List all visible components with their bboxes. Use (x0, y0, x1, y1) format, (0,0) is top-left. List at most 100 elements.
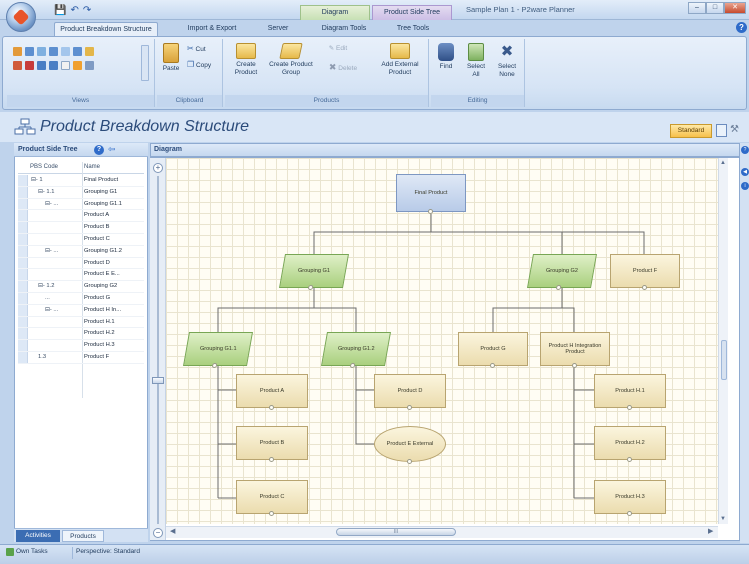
help-icon[interactable]: ? (741, 146, 749, 154)
column-header-name[interactable]: Name (84, 164, 100, 170)
cut-button[interactable]: ✂ Cut (187, 45, 221, 54)
tree-row[interactable]: ⊟- ... Product H In... (18, 304, 144, 317)
diagram-node-product-h1[interactable]: Product H.1 (594, 374, 666, 410)
paste-button[interactable]: Paste (159, 43, 183, 73)
scroll-up-icon[interactable]: ▲ (720, 160, 726, 166)
status-own-tasks[interactable]: Own Tasks (16, 548, 48, 555)
diagram-node-product-h[interactable]: Product H Integration Product (540, 332, 610, 368)
diagram-node-product-f[interactable]: Product F (610, 254, 680, 290)
diagram-node-grouping-g1-1[interactable]: Grouping G1.1 (183, 332, 253, 368)
save-icon[interactable]: 💾 (54, 5, 66, 16)
tools-icon[interactable]: ⚒ (730, 124, 744, 137)
tree-row[interactable]: ⊟- 1.2 Grouping G2 (18, 281, 144, 293)
view-icon[interactable] (61, 61, 70, 70)
maximize-button[interactable]: □ (706, 2, 724, 14)
diagram-node-grouping-g1-2[interactable]: Grouping G1.2 (321, 332, 391, 368)
create-product-group-button[interactable]: Create Product Group (269, 43, 313, 77)
scroll-left-icon[interactable]: ◀ (170, 527, 175, 535)
tree-row[interactable]: Product H.2 (18, 328, 144, 341)
column-header-pbs-code[interactable]: PBS Code (30, 164, 58, 170)
connection-port[interactable] (642, 285, 647, 290)
connection-port[interactable] (627, 511, 632, 516)
tab-tree-tools[interactable]: Tree Tools (388, 22, 438, 36)
select-none-button[interactable]: ✖ Select None (493, 43, 521, 79)
connection-port[interactable] (269, 405, 274, 410)
tab-server[interactable]: Server (258, 22, 298, 36)
tree-row[interactable]: Product C (18, 234, 144, 246)
tab-activities[interactable]: Activities (16, 530, 60, 542)
tree-row[interactable]: Product E E... (18, 269, 144, 282)
view-icon[interactable] (73, 61, 82, 70)
tree-row[interactable]: Product H.3 (18, 340, 144, 352)
zoom-track[interactable] (157, 176, 159, 524)
view-icon[interactable] (25, 61, 34, 70)
edit-button[interactable]: ✎ Edit (321, 45, 355, 53)
scroll-right-icon[interactable]: ▶ (708, 527, 713, 535)
redo-icon[interactable]: ↷ (83, 5, 91, 16)
view-icon[interactable] (37, 61, 46, 70)
scroll-down-icon[interactable]: ▼ (720, 516, 726, 522)
diagram-node-final-product[interactable]: Final Product (396, 174, 466, 214)
view-icon[interactable] (73, 47, 82, 56)
view-icon[interactable] (13, 61, 22, 70)
diagram-node-grouping-g1[interactable]: Grouping G1 (279, 254, 349, 290)
tree-row[interactable]: 1.3 Product F (18, 352, 144, 364)
back-icon[interactable]: ◀ (741, 168, 749, 176)
tree-row[interactable]: ⊟- ... Grouping G1.1 (18, 198, 144, 211)
tree-row[interactable]: ⊟- 1 Final Product (18, 175, 144, 187)
diagram-node-product-h3[interactable]: Product H.3 (594, 480, 666, 516)
view-icon[interactable] (85, 47, 94, 56)
diagram-node-product-b[interactable]: Product B (236, 426, 308, 462)
zoom-slider-thumb[interactable] (152, 377, 164, 384)
tree-row[interactable]: Product D (18, 257, 144, 270)
close-button[interactable]: ✕ (724, 2, 746, 14)
delete-button[interactable]: ✖ Delete (321, 63, 365, 73)
zoom-in-icon[interactable]: + (153, 163, 163, 173)
connection-port[interactable] (627, 457, 632, 462)
view-icon[interactable] (25, 47, 34, 56)
standard-perspective-button[interactable]: Standard (670, 124, 712, 138)
tree-row[interactable]: Product H.1 (18, 316, 144, 329)
view-icon[interactable] (61, 47, 70, 56)
diagram-node-grouping-g2[interactable]: Grouping G2 (527, 254, 597, 290)
diagram-node-product-a[interactable]: Product A (236, 374, 308, 410)
copy-button[interactable]: ❐ Copy (187, 61, 221, 70)
diagram-node-product-h2[interactable]: Product H.2 (594, 426, 666, 462)
view-icon[interactable] (37, 47, 46, 56)
diagram-node-product-d[interactable]: Product D (374, 374, 446, 410)
pin-icon[interactable]: ⇦ (108, 144, 116, 155)
tree-row[interactable]: ... Product G (18, 293, 144, 305)
tab-import-export[interactable]: Import & Export (180, 22, 244, 36)
select-all-button[interactable]: Select All (463, 43, 489, 79)
undo-icon[interactable]: ↶ (70, 5, 78, 16)
layout-icon[interactable] (716, 124, 727, 137)
tab-products[interactable]: Products (62, 530, 104, 542)
connection-port[interactable] (428, 209, 433, 214)
tree-row[interactable]: Product A (18, 210, 144, 223)
gallery-scroll[interactable] (141, 45, 149, 81)
help-icon[interactable]: ? (736, 22, 747, 33)
connection-port[interactable] (407, 459, 412, 464)
diagram-node-product-e-external[interactable]: Product E External (374, 426, 446, 464)
connection-port[interactable] (490, 363, 495, 368)
view-icon[interactable] (13, 47, 22, 56)
diagram-node-product-c[interactable]: Product C (236, 480, 308, 516)
help-icon[interactable]: ? (94, 145, 104, 155)
tree-row[interactable]: Product B (18, 222, 144, 234)
tree-row[interactable]: ⊟- ... Grouping G1.2 (18, 245, 144, 258)
tab-product-breakdown-structure[interactable]: Product Breakdown Structure (54, 22, 158, 36)
connection-port[interactable] (407, 405, 412, 410)
create-product-button[interactable]: Create Product (229, 43, 263, 77)
connection-port[interactable] (572, 363, 577, 368)
horizontal-scroll-thumb[interactable]: III (336, 528, 456, 536)
view-icon[interactable] (85, 61, 94, 70)
info-icon[interactable]: i (741, 182, 749, 190)
view-icon[interactable] (49, 61, 58, 70)
tab-diagram-tools[interactable]: Diagram Tools (316, 22, 372, 36)
zoom-out-icon[interactable]: − (153, 528, 163, 538)
tree-row[interactable]: ⊟- 1.1 Grouping G1 (18, 186, 144, 199)
panel-splitter[interactable] (721, 340, 727, 380)
minimize-button[interactable]: – (688, 2, 706, 14)
find-button[interactable]: Find (433, 43, 459, 71)
diagram-node-product-g[interactable]: Product G (458, 332, 528, 368)
